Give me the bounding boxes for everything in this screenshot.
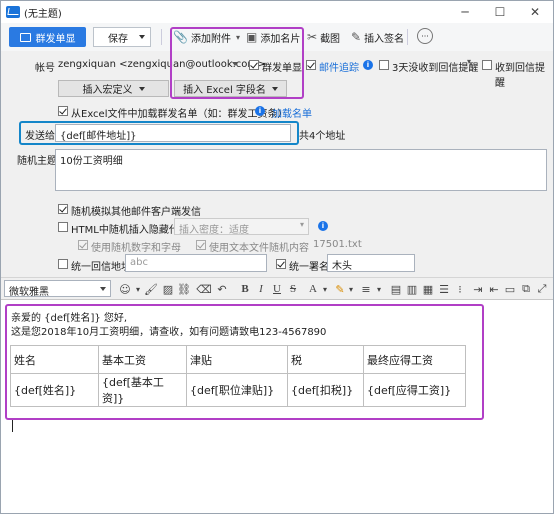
screenshot-label: 截图 [320, 33, 341, 45]
insert-macro-button[interactable]: 插入宏定义 [58, 80, 169, 97]
subject-label: 随机主题 [17, 156, 57, 167]
align-icon[interactable]: ≡ [359, 281, 373, 297]
subject-input[interactable]: 10份工资明细 [55, 149, 547, 191]
strikethrough-icon[interactable]: S [287, 281, 299, 297]
unified-signature-checkbox[interactable] [276, 259, 286, 269]
chevron-down-icon[interactable]: ▾ [347, 281, 355, 297]
table-icon[interactable]: ▦ [421, 281, 435, 297]
highlight-box-excel-field [170, 27, 304, 99]
info-icon[interactable]: i [255, 106, 265, 116]
toolbar-divider [161, 29, 162, 45]
use-random-chars-checkbox[interactable] [78, 240, 88, 250]
text-cursor [12, 420, 13, 432]
highlight-box-body [5, 304, 484, 420]
recipient-count: 共4个地址 [299, 131, 346, 142]
image-icon[interactable]: ▨ [161, 281, 175, 297]
chevron-down-icon[interactable] [139, 35, 145, 39]
use-text-random-label: 使用文本文件随机内容 [209, 243, 309, 254]
send-button-label: 群发单显 [35, 33, 76, 45]
minimize-button[interactable]: ─ [449, 1, 481, 23]
reply-reminder-label: 收到回信提醒 [495, 63, 545, 89]
message-editor[interactable]: 亲爱的 {def[姓名]} 您好, 这是您2018年10月工资明细，请查收，如有… [1, 299, 553, 513]
save-button[interactable]: 保存 [93, 27, 151, 47]
info-icon[interactable]: i [318, 221, 328, 231]
outdent-icon[interactable]: ⇤ [487, 281, 501, 297]
chevron-down-icon[interactable]: ▾ [134, 281, 142, 297]
save-button-label: 保存 [108, 33, 128, 45]
html-icon[interactable]: ⧉ [519, 281, 533, 297]
pen-icon: ✎ [351, 30, 362, 44]
font-color-icon[interactable]: A [307, 281, 319, 297]
highlight-color-icon[interactable]: ✎ [334, 281, 346, 297]
load-list-link[interactable]: 加载名单 [272, 105, 312, 120]
underline-icon[interactable]: U [271, 281, 283, 297]
reminder-label: 3天没收到回信提醒 [392, 63, 479, 74]
excel-load-checkbox[interactable] [58, 106, 68, 116]
reply-reminder-checkbox[interactable] [482, 60, 492, 70]
signature-label: 插入签名 [364, 33, 405, 45]
signature-button[interactable]: ✎ 插入签名 [351, 28, 404, 46]
format-toolbar: 微软雅黑 ☺ ▾ 🖌 ▨ ⛓ ⌫ ↶ B I U S A ▾ ✎ ▾ ≡ ▾ ▤… [1, 277, 553, 299]
signature-input[interactable]: 木头 [327, 254, 415, 272]
chevron-down-icon [100, 287, 106, 291]
toolbar-divider [407, 29, 408, 45]
insert-macro-label: 插入宏定义 [82, 85, 133, 96]
scissors-icon: ✂ [307, 30, 318, 44]
account-label: 帐号 [35, 63, 55, 74]
mail-tracking-checkbox[interactable] [306, 60, 316, 70]
unified-reply-label: 统一回信地址 [71, 262, 131, 273]
chevron-down-icon[interactable]: ▾ [375, 281, 383, 297]
italic-icon[interactable]: I [255, 281, 267, 297]
chevron-down-icon[interactable]: ▾ [467, 57, 471, 66]
bold-icon[interactable]: B [239, 281, 251, 297]
mail-app-icon [6, 6, 20, 18]
chevron-down-icon [138, 86, 145, 91]
recipient-input[interactable]: {def[邮件地址]} [55, 124, 291, 142]
indent-icon[interactable]: ⇥ [471, 281, 485, 297]
eraser-icon[interactable]: ⌫ [196, 281, 212, 297]
window-title: (无主题) [24, 8, 62, 20]
simulate-client-checkbox[interactable] [58, 204, 68, 214]
list-icon[interactable]: ☰ [437, 281, 451, 297]
insert-density-select[interactable]: 插入密度：适度 ▾ [174, 218, 309, 236]
emoji-icon[interactable]: ☺ [116, 281, 134, 297]
more-options-button[interactable]: ··· [417, 28, 433, 44]
recipient-label: 发送给 [25, 131, 55, 142]
link-icon[interactable]: ⛓ [177, 281, 191, 297]
reminder-checkbox[interactable] [379, 60, 389, 70]
bullet-list-icon[interactable]: ⁝ [453, 281, 467, 297]
more-icon: ··· [421, 31, 429, 41]
insert-image-icon[interactable]: ▤ [389, 281, 403, 297]
chevron-down-icon[interactable]: ▾ [321, 281, 329, 297]
send-icon [19, 32, 31, 42]
source-code-icon[interactable]: ▭ [503, 281, 517, 297]
insert-density-value: 插入密度：适度 [179, 225, 249, 236]
mail-tracking-link[interactable]: 邮件追踪 [319, 59, 359, 74]
unified-signature-label: 统一署名 [289, 262, 329, 273]
compose-window: (无主题) ─ ☐ ✕ 群发单显 保存 📎 添加附件 ▾ ▣ 添加名片 ✂ 截图… [0, 0, 554, 514]
use-text-random-checkbox[interactable] [196, 240, 206, 250]
info-icon[interactable]: i [363, 60, 373, 70]
undo-icon[interactable]: ↶ [215, 281, 229, 297]
insert-file-icon[interactable]: ▥ [405, 281, 419, 297]
header-form: 帐号 zengxiquan <zengxiquan@outlook.com> 群… [1, 27, 553, 277]
text-file-name: 17501.txt [313, 239, 362, 250]
close-button[interactable]: ✕ [519, 1, 551, 23]
html-hidden-label: HTML中随机插入隐藏代码 [71, 225, 189, 236]
unified-reply-input[interactable]: abc [125, 254, 267, 272]
chevron-down-icon: ▾ [299, 220, 304, 229]
html-hidden-checkbox[interactable] [58, 222, 68, 232]
title-bar: (无主题) ─ ☐ ✕ [1, 1, 553, 23]
format-painter-icon[interactable]: 🖌 [144, 281, 158, 297]
unified-reply-checkbox[interactable] [58, 259, 68, 269]
send-button[interactable]: 群发单显 [9, 27, 86, 47]
font-select-value: 微软雅黑 [9, 287, 49, 298]
font-select[interactable]: 微软雅黑 [4, 280, 111, 298]
fullscreen-icon[interactable]: ⤢ [535, 281, 549, 297]
screenshot-button[interactable]: ✂ 截图 [307, 28, 340, 46]
maximize-button[interactable]: ☐ [484, 1, 516, 23]
use-random-chars-label: 使用随机数字和字母 [91, 243, 181, 254]
simulate-client-label: 随机模拟其他邮件客户端发信 [71, 207, 201, 218]
